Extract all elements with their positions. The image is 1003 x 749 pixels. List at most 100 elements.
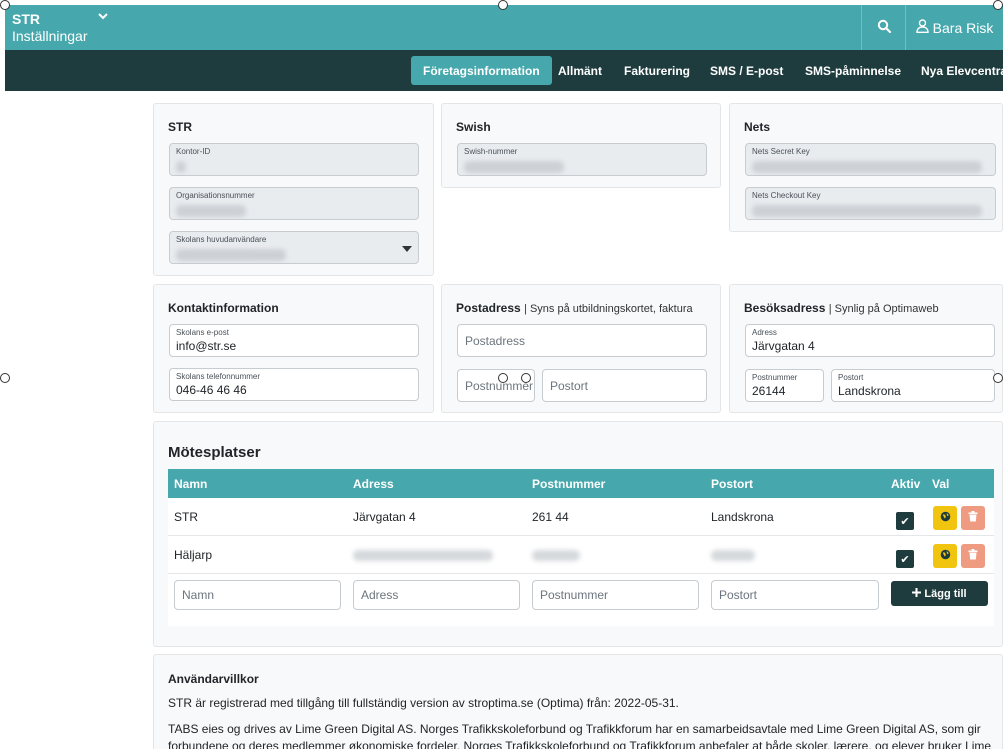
visit-address-card: Besöksadress | Synlig på Optimaweb Adres…: [729, 284, 1003, 413]
col-postnummer: Postnummer: [532, 477, 606, 491]
brand[interactable]: STR Inställningar: [12, 11, 108, 44]
settings-nav: Företagsinformation Allmänt Fakturering …: [5, 50, 1003, 91]
row-address: Järvgatan 4: [353, 510, 416, 524]
table-header: Namn Adress Postnummer Postort Aktiv Val: [168, 469, 994, 498]
main-user-value: [176, 249, 286, 261]
rotate-handle[interactable]: [521, 373, 531, 383]
postal-address-input[interactable]: Postadress: [457, 324, 707, 357]
user-icon: [915, 19, 929, 36]
swish-card-title: Swish: [456, 120, 491, 134]
nets-checkout-key-label: Nets Checkout Key: [752, 191, 821, 200]
new-zip-input[interactable]: Postnummer: [532, 580, 699, 610]
resize-handle[interactable]: [993, 373, 1003, 383]
col-val: Val: [932, 477, 950, 491]
add-meeting-place-button[interactable]: Lägg till: [891, 581, 988, 606]
main-user-label: Skolans huvudanvändare: [176, 235, 267, 244]
col-aktiv: Aktiv: [891, 477, 921, 491]
nets-checkout-key-field[interactable]: Nets Checkout Key: [745, 187, 996, 220]
org-number-value: [176, 205, 246, 217]
meeting-places-card: Mötesplatser Namn Adress Postnummer Post…: [153, 421, 1003, 647]
resize-handle[interactable]: [993, 0, 1003, 10]
globe-icon: [940, 511, 951, 525]
str-card-title: STR: [168, 120, 192, 134]
row-name: Häljarp: [174, 548, 213, 562]
new-address-placeholder: Adress: [361, 588, 399, 602]
postal-card-title-text: Postadress: [456, 301, 521, 315]
visit-city-value: Landskrona: [838, 384, 901, 398]
row-zip: 261 44: [532, 510, 569, 524]
org-number-label: Organisationsnummer: [176, 191, 255, 200]
active-checkbox[interactable]: ✔: [896, 512, 914, 530]
resize-handle[interactable]: [0, 0, 10, 10]
school-email-label: Skolans e-post: [176, 328, 229, 337]
nets-card: Nets Nets Secret Key Nets Checkout Key: [729, 103, 1003, 232]
col-postort: Postort: [711, 477, 753, 491]
nets-secret-key-label: Nets Secret Key: [752, 147, 810, 156]
tab-sms-epost[interactable]: SMS / E-post: [698, 56, 795, 85]
org-number-field[interactable]: Organisationsnummer: [169, 187, 419, 220]
chevron-down-icon[interactable]: [98, 11, 108, 24]
trash-icon: [968, 511, 978, 525]
nets-secret-key-field[interactable]: Nets Secret Key: [745, 143, 996, 176]
school-email-field[interactable]: Skolans e-post info@str.se: [169, 324, 419, 357]
visit-card-subtitle: | Synlig på Optimaweb: [828, 303, 939, 315]
brand-title: STR: [12, 11, 40, 27]
new-city-input[interactable]: Postort: [711, 580, 879, 610]
new-address-input[interactable]: Adress: [353, 580, 520, 610]
row-city: Landskrona: [711, 510, 774, 524]
visit-zip-field[interactable]: Postnummer 26144: [745, 369, 824, 402]
search-button[interactable]: [861, 5, 905, 50]
swish-card: Swish Swish-nummer: [441, 103, 721, 188]
swish-number-value: [464, 161, 564, 173]
row-name: STR: [174, 510, 198, 524]
row-address-redacted: [353, 550, 493, 561]
page-subtitle: Inställningar: [12, 28, 88, 44]
office-id-field[interactable]: Kontor-ID: [169, 143, 419, 176]
visit-address-field[interactable]: Adress Järvgatan 4: [745, 324, 995, 357]
new-name-input[interactable]: Namn: [174, 580, 341, 610]
move-handle[interactable]: [498, 373, 508, 383]
visit-card-title: Besöksadress | Synlig på Optimaweb: [744, 301, 939, 315]
user-menu-button[interactable]: Bara Risk: [905, 5, 1003, 50]
visit-city-field[interactable]: Postort Landskrona: [831, 369, 995, 402]
terms-line-3: forbundene og deres medlemmer økonomiske…: [168, 739, 992, 749]
school-phone-field[interactable]: Skolans telefonnummer 046-46 46 46: [169, 368, 419, 401]
delete-button[interactable]: [961, 544, 985, 568]
contact-card-title: Kontaktinformation: [168, 301, 279, 315]
row-zip-redacted: [532, 550, 580, 561]
resize-handle[interactable]: [0, 373, 10, 383]
school-phone-value: 046-46 46 46: [176, 383, 247, 397]
terms-line-2: TABS eies og drives av Lime Green Digita…: [168, 722, 981, 736]
trash-icon: [968, 549, 978, 563]
postal-city-input[interactable]: Postort: [542, 369, 707, 402]
tab-allmant[interactable]: Allmänt: [546, 56, 614, 85]
meeting-places-title: Mötesplatser: [168, 444, 261, 461]
postal-address-placeholder: Postadress: [465, 333, 526, 348]
postal-address-card: Postadress | Syns på utbildningskortet, …: [441, 284, 721, 413]
main-user-select[interactable]: Skolans huvudanvändare: [169, 231, 419, 264]
tab-sms-paminnelse[interactable]: SMS-påminnelse: [793, 56, 913, 85]
delete-button[interactable]: [961, 506, 985, 530]
swish-number-field[interactable]: Swish-nummer: [457, 143, 707, 176]
map-button[interactable]: [933, 544, 957, 568]
tab-fakturering[interactable]: Fakturering: [612, 56, 702, 85]
plus-icon: [912, 587, 922, 600]
search-icon: [877, 19, 891, 36]
terms-title: Användarvillkor: [168, 672, 259, 686]
tab-nya-elevcentra[interactable]: Nya Elevcentra: [909, 56, 1003, 85]
postal-card-subtitle: | Syns på utbildningskortet, faktura: [524, 303, 693, 315]
visit-address-value: Järvgatan 4: [752, 339, 815, 353]
nets-card-title: Nets: [744, 120, 771, 134]
map-button[interactable]: [933, 506, 957, 530]
contact-card: Kontaktinformation Skolans e-post info@s…: [153, 284, 434, 413]
chevron-down-icon: [402, 246, 412, 252]
visit-zip-value: 26144: [752, 384, 786, 398]
terms-line-1: STR är registrerad med tillgång till ful…: [168, 696, 679, 710]
active-checkbox[interactable]: ✔: [896, 550, 914, 568]
school-email-value: info@str.se: [176, 339, 237, 353]
table-row: STR Järvgatan 4 261 44 Landskrona ✔: [168, 498, 994, 536]
tab-foretagsinformation[interactable]: Företagsinformation: [411, 56, 552, 85]
visit-zip-label: Postnummer: [752, 373, 798, 382]
resize-handle[interactable]: [498, 0, 508, 10]
visit-address-label: Adress: [752, 328, 777, 337]
